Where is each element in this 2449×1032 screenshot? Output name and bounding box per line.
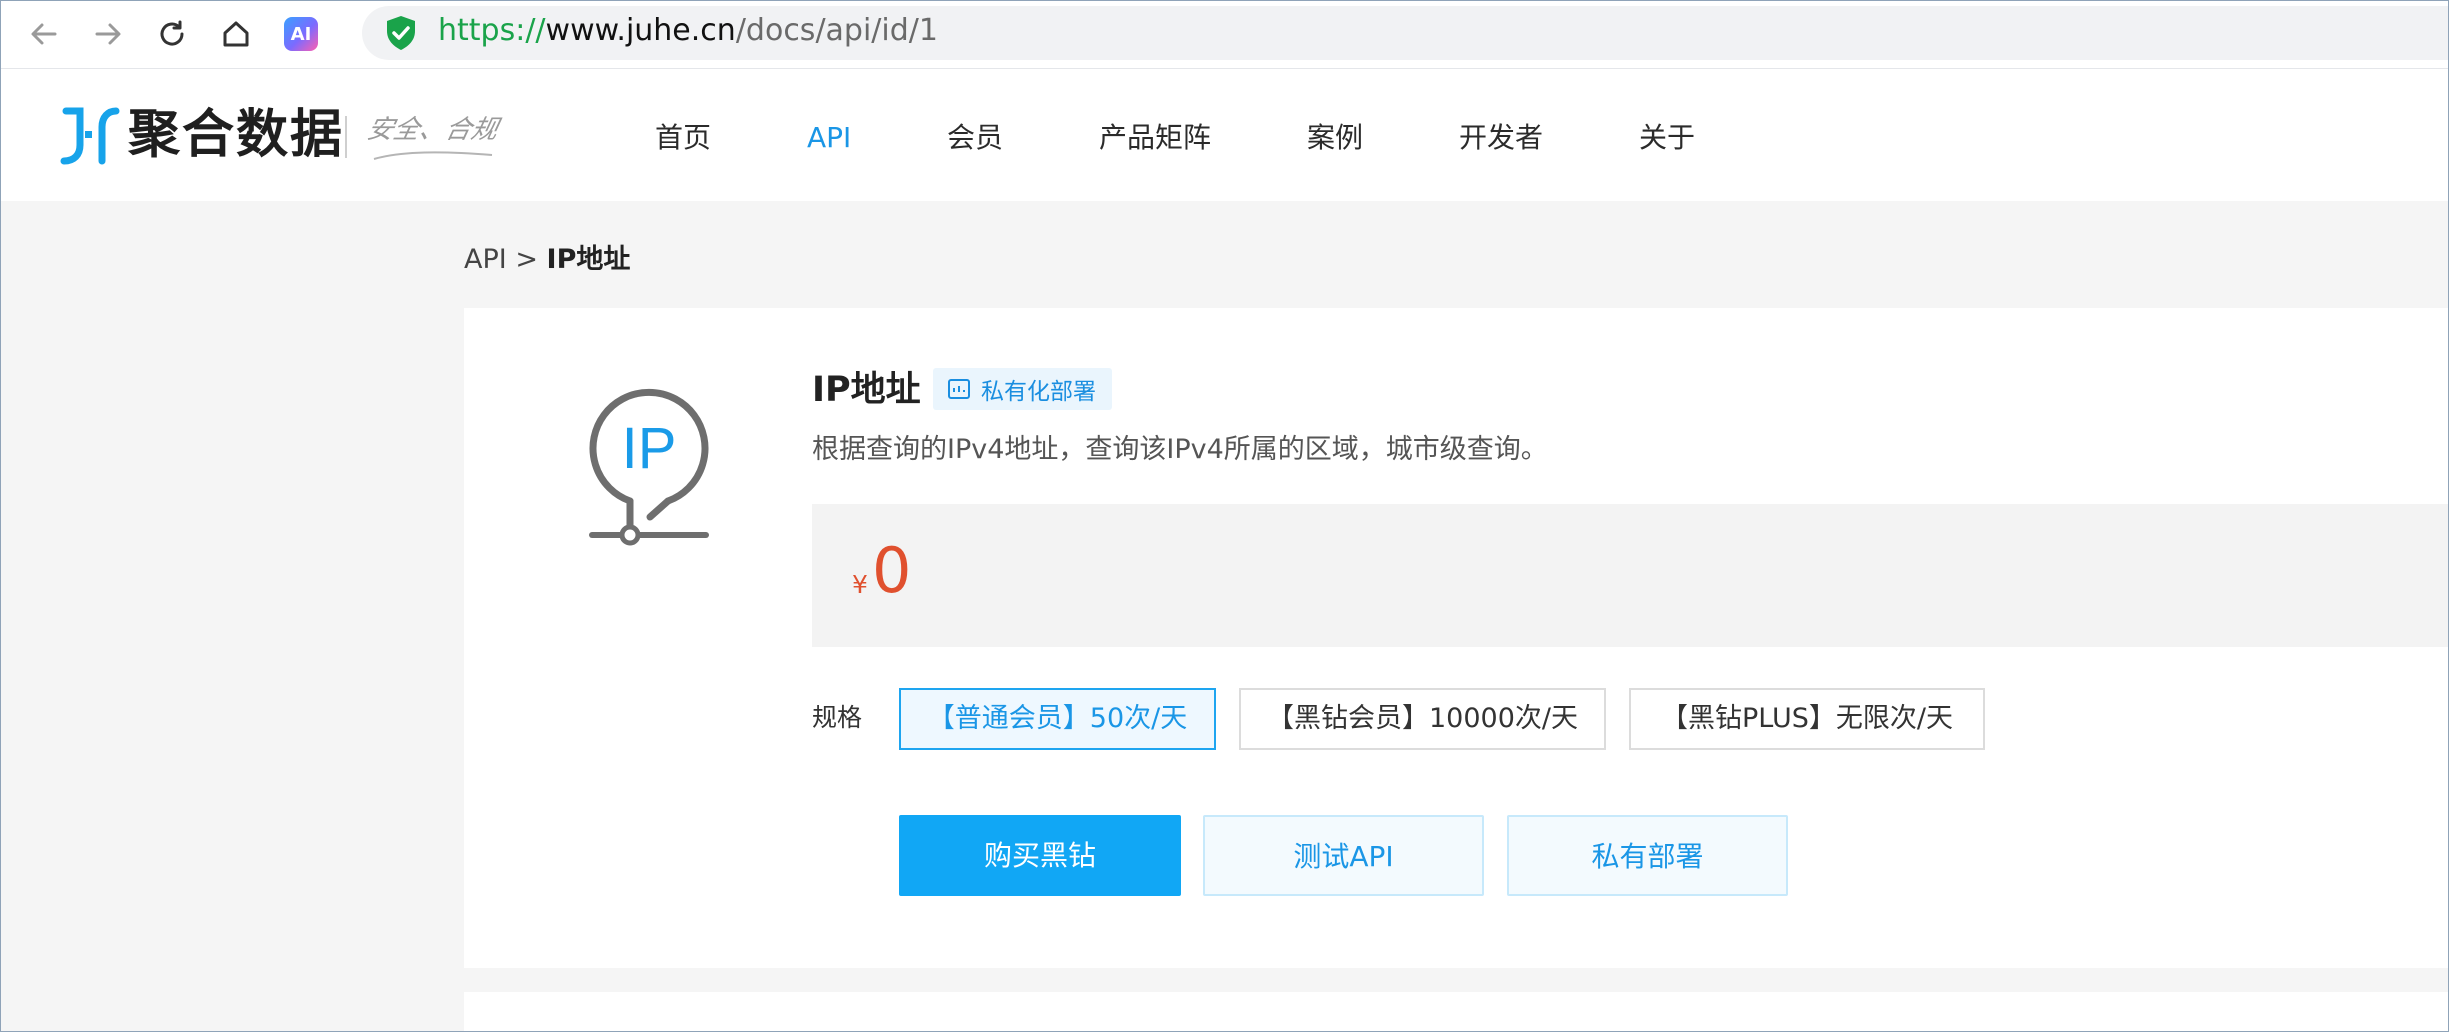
breadcrumb-separator: > [515, 244, 538, 275]
forward-arrow-icon[interactable] [86, 12, 130, 56]
price-panel: ¥ 0 [812, 504, 2449, 647]
ai-assistant-button[interactable]: AI [284, 17, 318, 51]
nav-products[interactable]: 产品矩阵 [1099, 113, 1211, 163]
url-text[interactable]: https://www.juhe.cn/docs/api/id/1 [438, 11, 938, 51]
test-api-button[interactable]: 测试API [1203, 815, 1484, 896]
reload-icon[interactable] [150, 12, 194, 56]
shield-check-icon [387, 16, 415, 50]
api-title: IP地址 [812, 370, 921, 410]
juhe-logo-icon[interactable] [58, 105, 120, 167]
spec-option-basic[interactable]: 【普通会员】50次/天 [899, 688, 1216, 750]
browser-toolbar: AI https://www.juhe.cn/docs/api/id/1 [0, 0, 2449, 69]
nav-membership[interactable]: 会员 [947, 113, 1003, 163]
logo-text[interactable]: 聚合数据 [128, 102, 344, 168]
url-protocol: https:// [438, 13, 546, 48]
logo-slogan: 安全、合规 [364, 115, 501, 145]
deploy-icon [948, 379, 970, 399]
nav-cases[interactable]: 案例 [1307, 113, 1363, 163]
spec-option-black-diamond-plus[interactable]: 【黑钻PLUS】无限次/天 [1629, 688, 1985, 750]
buy-black-diamond-button[interactable]: 购买黑钻 [899, 815, 1181, 896]
breadcrumb: API > IP地址 [464, 242, 630, 278]
breadcrumb-current: IP地址 [546, 244, 631, 275]
back-arrow-icon[interactable] [22, 12, 66, 56]
private-deploy-badge-label: 私有化部署 [981, 379, 1096, 405]
ip-location-icon: IP [589, 388, 709, 546]
price-value: 0 [872, 534, 912, 607]
private-deploy-badge[interactable]: 私有化部署 [933, 368, 1112, 410]
ip-icon-text: IP [622, 416, 677, 481]
api-description: 根据查询的IPv4地址，查询该IPv4所属的区域，城市级查询。 [812, 434, 1548, 465]
private-deploy-button[interactable]: 私有部署 [1507, 815, 1788, 896]
breadcrumb-root[interactable]: API [464, 244, 507, 275]
nav-home[interactable]: 首页 [655, 113, 711, 163]
next-section-card [464, 992, 2449, 1032]
spec-label: 规格 [812, 703, 863, 732]
logo-divider [345, 116, 347, 158]
nav-api[interactable]: API [807, 113, 851, 163]
url-path: /docs/api/id/1 [735, 13, 938, 48]
slogan-swoosh [373, 151, 493, 160]
nav-about[interactable]: 关于 [1639, 113, 1695, 163]
spec-option-black-diamond[interactable]: 【黑钻会员】10000次/天 [1239, 688, 1606, 750]
site-header: 聚合数据 安全、合规 首页 API 会员 产品矩阵 案例 开发者 关于 [0, 69, 2449, 201]
url-host: www.juhe.cn [545, 13, 736, 48]
home-icon[interactable] [214, 12, 258, 56]
nav-developers[interactable]: 开发者 [1459, 113, 1543, 163]
price-currency: ¥ [852, 570, 868, 599]
